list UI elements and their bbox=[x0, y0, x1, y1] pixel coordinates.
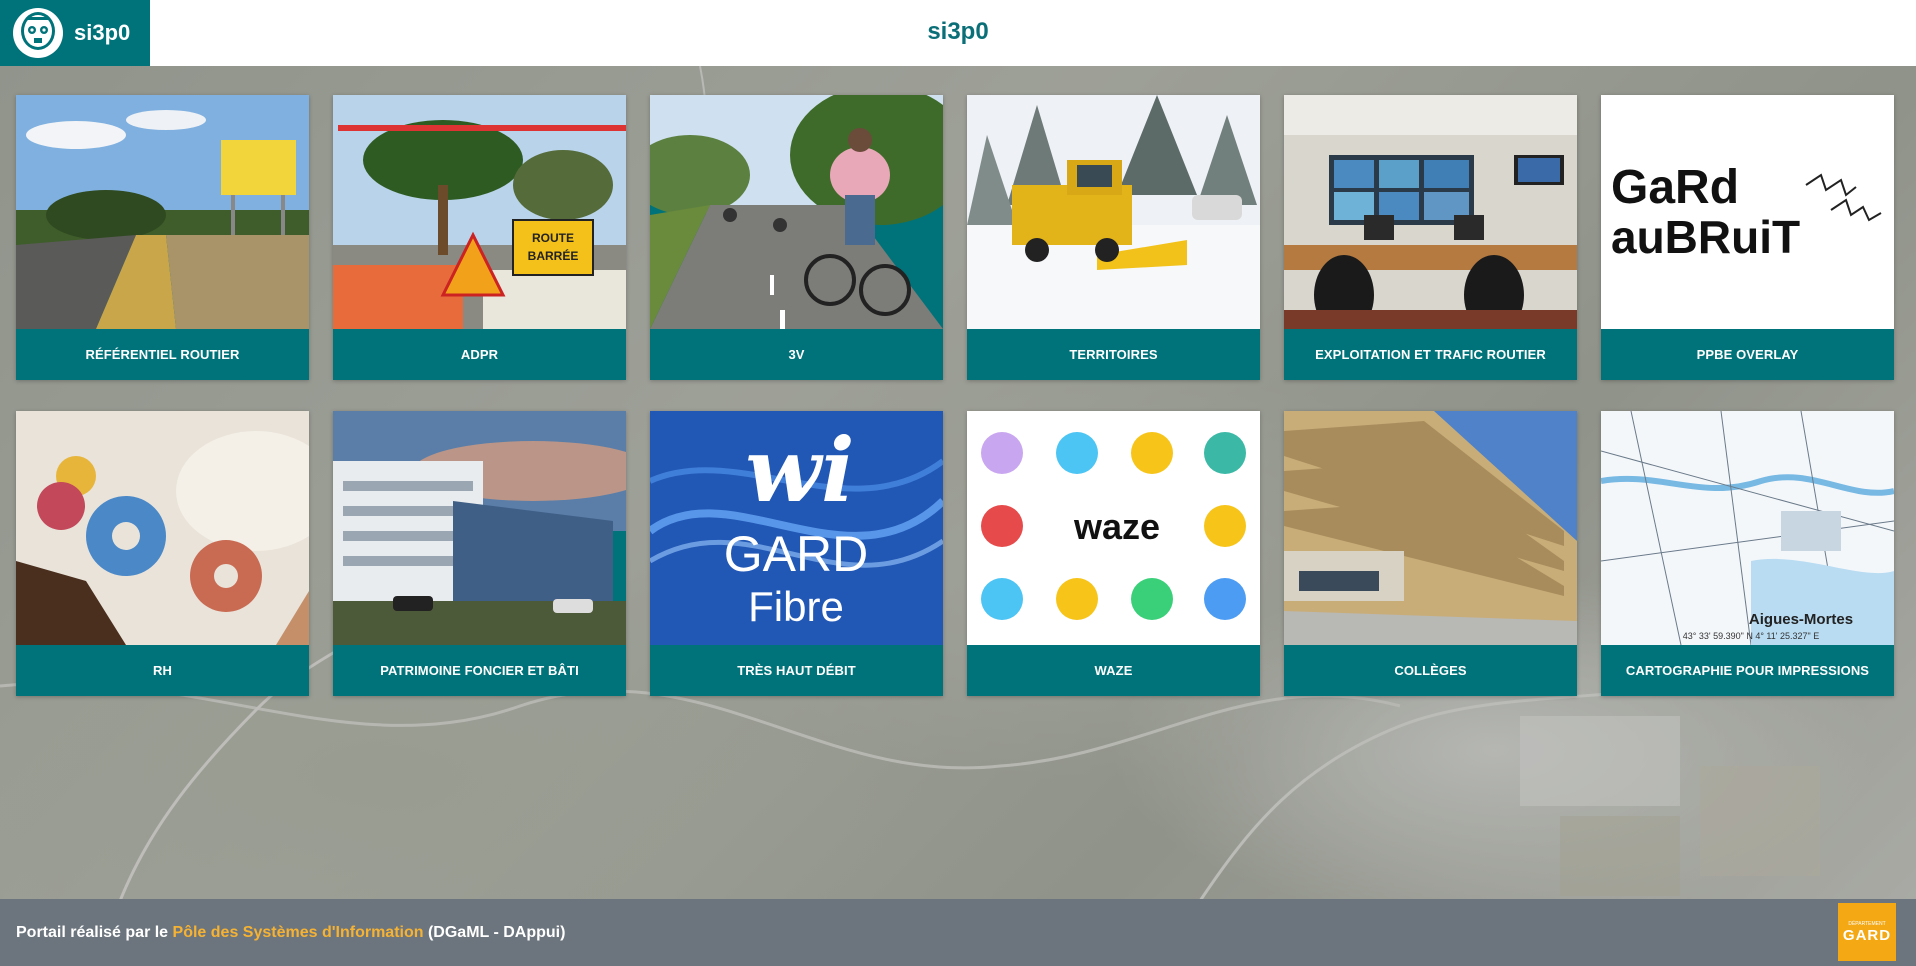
snowplow-photo bbox=[967, 95, 1260, 329]
application-tiles-grid: RÉFÉRENTIEL ROUTIER ROUTE BARRÉE ADPR 3V… bbox=[16, 95, 1894, 696]
tile-adpr[interactable]: ROUTE BARRÉE ADPR bbox=[333, 95, 626, 380]
tile-label: TRÈS HAUT DÉBIT bbox=[737, 663, 856, 678]
waze-logo: waze bbox=[967, 411, 1260, 645]
tile-referentiel-routier[interactable]: RÉFÉRENTIEL ROUTIER bbox=[16, 95, 309, 380]
gard-au-bruit-line1: GaRd bbox=[1611, 161, 1739, 214]
wi-gard-fibre-line3: Fibre bbox=[748, 583, 844, 630]
control-room-photo bbox=[1284, 95, 1577, 329]
building-photo bbox=[333, 411, 626, 645]
tile-ppbe-overlay[interactable]: GaRd auBRuiT PPBE OVERLAY bbox=[1601, 95, 1894, 380]
footer-credit: Portail réalisé par le Pôle des Systèmes… bbox=[16, 924, 565, 942]
top-header: si3p0 si3p0 bbox=[0, 0, 1916, 66]
route-barree-sign-line1: ROUTE bbox=[532, 231, 574, 245]
map-title: Aigues-Mortes bbox=[1749, 611, 1853, 628]
tile-label: PPBE OVERLAY bbox=[1696, 347, 1799, 362]
route-barree-sign-line2: BARRÉE bbox=[528, 248, 579, 263]
tile-label: RH bbox=[153, 663, 172, 678]
gard-au-bruit-line2: auBRuiT bbox=[1611, 211, 1800, 263]
tile-label: COLLÈGES bbox=[1394, 663, 1467, 678]
page-footer: Portail réalisé par le Pôle des Systèmes… bbox=[0, 899, 1916, 966]
tile-label: RÉFÉRENTIEL ROUTIER bbox=[85, 347, 240, 362]
tile-tres-haut-debit[interactable]: wi GARD Fibre TRÈS HAUT DÉBIT bbox=[650, 411, 943, 696]
road-closed-photo: ROUTE BARRÉE bbox=[333, 95, 626, 329]
tile-label: CARTOGRAPHIE POUR IMPRESSIONS bbox=[1625, 663, 1870, 678]
footer-prefix: Portail réalisé par le bbox=[16, 923, 173, 941]
college-photo bbox=[1284, 411, 1577, 645]
wi-gard-fibre-logo: wi GARD Fibre bbox=[650, 411, 943, 645]
gard-department-logo[interactable]: DÉPARTEMENT GARD bbox=[1838, 903, 1896, 961]
tile-territoires[interactable]: TERRITOIRES bbox=[967, 95, 1260, 380]
tile-patrimoine-foncier-bati[interactable]: PATRIMOINE FONCIER ET BÂTI bbox=[333, 411, 626, 696]
page-title: si3p0 bbox=[927, 18, 989, 45]
tile-rh[interactable]: RH bbox=[16, 411, 309, 696]
tile-label: EXPLOITATION ET TRAFIC ROUTIER bbox=[1315, 347, 1546, 362]
tile-exploitation-trafic-routier[interactable]: EXPLOITATION ET TRAFIC ROUTIER bbox=[1284, 95, 1577, 380]
tile-colleges[interactable]: COLLÈGES bbox=[1284, 411, 1577, 696]
tile-label: ADPR bbox=[460, 347, 499, 362]
road-photo bbox=[16, 95, 309, 329]
map-print: Aigues-Mortes 43° 33' 59.390" N 4° 11' 2… bbox=[1601, 411, 1894, 645]
wi-gard-fibre-line1: wi bbox=[745, 418, 854, 522]
tile-waze[interactable]: waze WAZE bbox=[967, 411, 1260, 696]
tile-cartographie-impressions[interactable]: Aigues-Mortes 43° 33' 59.390" N 4° 11' 2… bbox=[1601, 411, 1894, 696]
footer-suffix: (DGaML - DAppui) bbox=[423, 923, 566, 941]
gears-photo bbox=[16, 411, 309, 645]
pole-systemes-information-link[interactable]: Pôle des Systèmes d'Information bbox=[173, 924, 424, 941]
waze-wordmark: waze bbox=[1073, 506, 1160, 547]
tile-label: WAZE bbox=[1094, 663, 1133, 678]
tile-label: PATRIMOINE FONCIER ET BÂTI bbox=[380, 663, 579, 678]
tile-label: 3V bbox=[788, 347, 805, 362]
wi-gard-fibre-line2: GARD bbox=[724, 526, 868, 582]
gard-au-bruit-logo: GaRd auBRuiT bbox=[1601, 95, 1894, 329]
tile-3v[interactable]: 3V bbox=[650, 95, 943, 380]
map-coordinates: 43° 33' 59.390" N 4° 11' 25.327" E bbox=[1683, 631, 1819, 641]
gard-logo-text: GARD bbox=[1842, 926, 1892, 944]
cyclists-photo bbox=[650, 95, 943, 329]
tile-label: TERRITOIRES bbox=[1069, 347, 1158, 362]
